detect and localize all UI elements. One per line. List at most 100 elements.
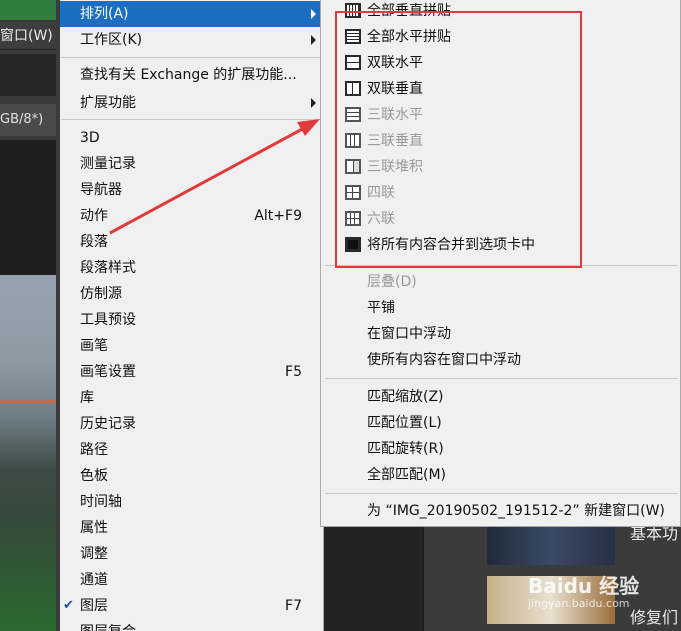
submenu-item-label: 将所有内容合并到选项卡中 bbox=[367, 237, 535, 253]
submenu-item-match-all[interactable]: 全部匹配(M) bbox=[321, 462, 680, 488]
menu-item-label: 扩展功能 bbox=[80, 95, 136, 111]
submenu-item-two-up-vertical[interactable]: 双联垂直 bbox=[321, 76, 680, 102]
menu-item-history[interactable]: 历史记录 bbox=[60, 411, 324, 437]
submenu-item-float-all-in-windows[interactable]: 使所有内容在窗口中浮动 bbox=[321, 347, 680, 373]
menu-item-measurement-log[interactable]: 测量记录 bbox=[60, 151, 324, 177]
menu-item-navigator[interactable]: 导航器 bbox=[60, 177, 324, 203]
submenu-item-float-in-window[interactable]: 在窗口中浮动 bbox=[321, 321, 680, 347]
menu-item-extensions[interactable]: 扩展功能 bbox=[60, 90, 324, 116]
submenu-item-label: 全部匹配(M) bbox=[367, 467, 447, 483]
menu-item-timeline[interactable]: 时间轴 bbox=[60, 489, 324, 515]
background-toolbar-strip bbox=[0, 0, 56, 20]
six-up-icon bbox=[345, 211, 361, 226]
menu-item-brushes[interactable]: 画笔 bbox=[60, 333, 324, 359]
background-options-bar bbox=[0, 54, 56, 96]
tile-vertical-all-icon bbox=[345, 3, 361, 18]
submenu-item-label: 三联垂直 bbox=[367, 133, 423, 149]
menu-item-label: 调整 bbox=[80, 546, 108, 562]
menu-item-swatches[interactable]: 色板 bbox=[60, 463, 324, 489]
three-up-horizontal-icon bbox=[345, 107, 361, 122]
submenu-arrow-icon bbox=[311, 98, 316, 108]
menu-item-label: 3D bbox=[80, 130, 100, 146]
submenu-item-consolidate-to-tabs[interactable]: 将所有内容合并到选项卡中 bbox=[321, 232, 680, 258]
submenu-item-label: 全部水平拼贴 bbox=[367, 29, 451, 45]
submenu-item-new-window[interactable]: 为 “IMG_20190502_191512-2” 新建窗口(W) bbox=[321, 498, 680, 524]
submenu-item-tile-all-vertically[interactable]: 全部垂直拼贴 bbox=[321, 0, 680, 24]
background-thumbnail[interactable] bbox=[487, 527, 615, 565]
background-document-tab-label: GB/8*) bbox=[0, 112, 44, 127]
menu-item-libraries[interactable]: 库 bbox=[60, 385, 324, 411]
menu-item-label: 工作区(K) bbox=[80, 32, 143, 48]
submenu-item-label: 为 “IMG_20190502_191512-2” 新建窗口(W) bbox=[367, 503, 665, 519]
menu-item-label: 历史记录 bbox=[80, 416, 136, 432]
submenu-item-tile-all-horizontally[interactable]: 全部水平拼贴 bbox=[321, 24, 680, 50]
checkmark-icon: ✔ bbox=[63, 598, 74, 613]
menu-item-shortcut: Alt+F9 bbox=[254, 208, 302, 224]
background-panel-title: 修复们 bbox=[630, 608, 679, 627]
submenu-item-label: 六联 bbox=[367, 211, 395, 227]
submenu-item-label: 三联堆积 bbox=[367, 159, 423, 175]
menu-item-find-extensions[interactable]: 查找有关 Exchange 的扩展功能... bbox=[60, 62, 324, 88]
submenu-item-three-up-horizontal: 三联水平 bbox=[321, 102, 680, 128]
submenu-item-label: 层叠(D) bbox=[367, 274, 417, 290]
menu-separator bbox=[61, 119, 323, 120]
submenu-item-label: 匹配旋转(R) bbox=[367, 441, 444, 457]
background-photo bbox=[0, 275, 56, 631]
watermark: Baidu 经验 bbox=[528, 574, 640, 598]
menu-item-brush-settings[interactable]: 画笔设置 F5 bbox=[60, 359, 324, 385]
three-up-stacked-icon bbox=[345, 159, 361, 174]
menu-item-layer-comps[interactable]: 图层复合 bbox=[60, 619, 324, 631]
menu-item-shortcut: F7 bbox=[285, 598, 302, 614]
watermark-url: jingyan.baidu.com bbox=[528, 597, 630, 610]
menu-item-3d[interactable]: 3D bbox=[60, 125, 324, 151]
menu-item-actions[interactable]: 动作 Alt+F9 bbox=[60, 203, 324, 229]
three-up-vertical-icon bbox=[345, 133, 361, 148]
submenu-item-label: 双联垂直 bbox=[367, 81, 423, 97]
menu-item-channels[interactable]: 通道 bbox=[60, 567, 324, 593]
menu-item-label: 画笔 bbox=[80, 338, 108, 354]
menu-item-label: 段落样式 bbox=[80, 260, 136, 276]
menu-separator bbox=[61, 57, 323, 58]
menu-item-label: 属性 bbox=[80, 520, 108, 536]
background-canvas bbox=[0, 140, 56, 275]
submenu-item-label: 使所有内容在窗口中浮动 bbox=[367, 352, 521, 368]
background-document-tab[interactable]: GB/8*) bbox=[0, 104, 56, 136]
submenu-item-label: 三联水平 bbox=[367, 107, 423, 123]
submenu-item-tile[interactable]: 平铺 bbox=[321, 295, 680, 321]
submenu-item-label: 在窗口中浮动 bbox=[367, 326, 451, 342]
menu-item-paragraph[interactable]: 段落 bbox=[60, 229, 324, 255]
menu-item-adjustments[interactable]: 调整 bbox=[60, 541, 324, 567]
submenu-arrow-icon bbox=[311, 35, 316, 45]
menu-item-label: 时间轴 bbox=[80, 494, 122, 510]
four-up-icon bbox=[345, 185, 361, 200]
menu-item-arrange[interactable]: 排列(A) bbox=[60, 1, 324, 27]
menu-item-label: 动作 bbox=[80, 208, 108, 224]
menu-item-label: 仿制源 bbox=[80, 286, 122, 302]
menu-item-paragraph-styles[interactable]: 段落样式 bbox=[60, 255, 324, 281]
menu-item-layers[interactable]: ✔ 图层 F7 bbox=[60, 593, 324, 619]
menu-item-workspace[interactable]: 工作区(K) bbox=[60, 27, 324, 53]
menu-item-label: 画笔设置 bbox=[80, 364, 136, 380]
two-up-horizontal-icon bbox=[345, 55, 361, 70]
submenu-item-match-rotation[interactable]: 匹配旋转(R) bbox=[321, 436, 680, 462]
menu-item-properties[interactable]: 属性 bbox=[60, 515, 324, 541]
menu-item-label: 通道 bbox=[80, 572, 108, 588]
background-window-menu[interactable]: 窗口(W) bbox=[0, 22, 56, 50]
submenu-item-match-zoom[interactable]: 匹配缩放(Z) bbox=[321, 384, 680, 410]
submenu-item-two-up-horizontal[interactable]: 双联水平 bbox=[321, 50, 680, 76]
tile-horizontal-all-icon bbox=[345, 29, 361, 44]
window-menu: 排列(A) 工作区(K) 查找有关 Exchange 的扩展功能... 扩展功能… bbox=[60, 0, 324, 631]
menu-item-paths[interactable]: 路径 bbox=[60, 437, 324, 463]
menu-item-label: 测量记录 bbox=[80, 156, 136, 172]
submenu-item-label: 全部垂直拼贴 bbox=[367, 3, 451, 19]
menu-item-clone-source[interactable]: 仿制源 bbox=[60, 281, 324, 307]
two-up-vertical-icon bbox=[345, 81, 361, 96]
submenu-item-four-up: 四联 bbox=[321, 180, 680, 206]
submenu-item-label: 匹配缩放(Z) bbox=[367, 389, 444, 405]
menu-item-shortcut: F5 bbox=[285, 364, 302, 380]
menu-item-tool-presets[interactable]: 工具预设 bbox=[60, 307, 324, 333]
menu-separator bbox=[325, 378, 678, 379]
submenu-item-label: 双联水平 bbox=[367, 55, 423, 71]
submenu-item-match-location[interactable]: 匹配位置(L) bbox=[321, 410, 680, 436]
submenu-item-label: 平铺 bbox=[367, 300, 395, 316]
